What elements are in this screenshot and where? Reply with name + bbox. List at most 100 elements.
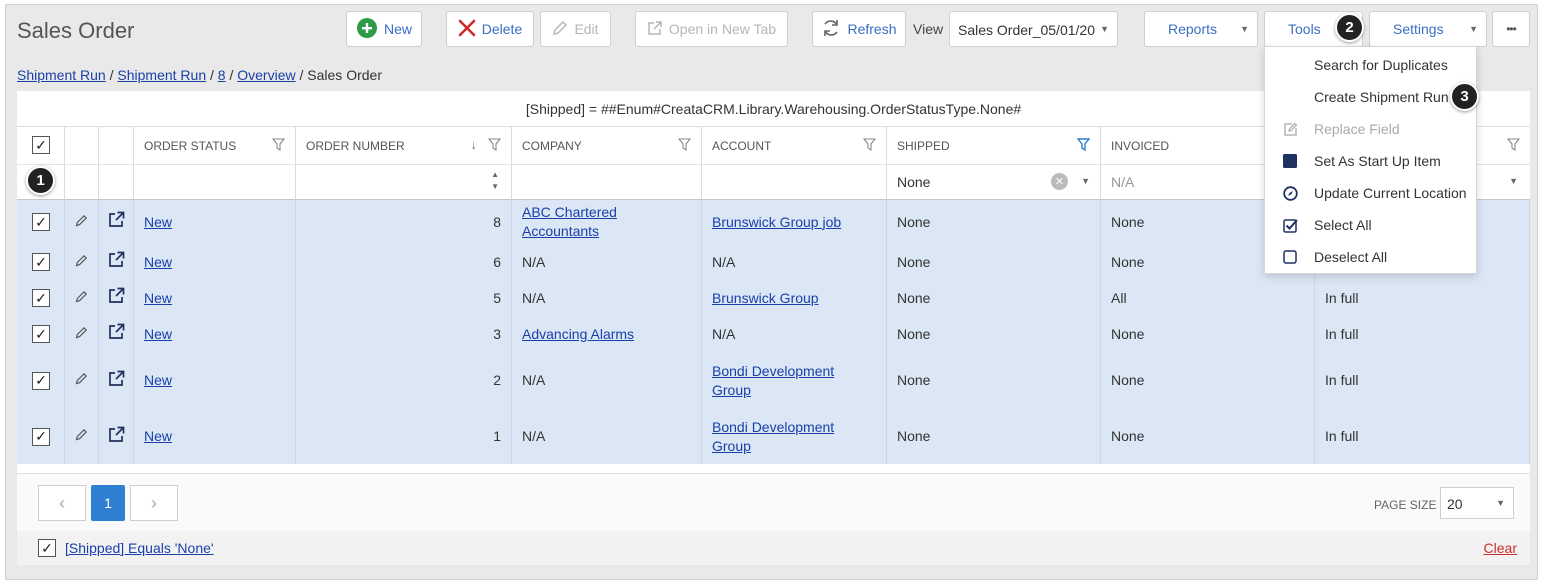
filter-cell-company[interactable] — [512, 165, 702, 200]
next-page-button[interactable]: › — [130, 485, 178, 521]
filter-icon[interactable] — [271, 138, 286, 154]
external-link-icon[interactable] — [108, 370, 125, 392]
order-number-cell-text: 2 — [493, 372, 501, 388]
order-status-cell-link[interactable]: New — [144, 325, 172, 344]
row-select-cell: ✓ — [17, 200, 65, 244]
prev-page-button[interactable]: ‹ — [38, 485, 86, 521]
company-cell-text: N/A — [522, 289, 546, 306]
column-header-company[interactable]: COMPANY — [512, 127, 702, 165]
column-header-order-number[interactable]: ORDER NUMBER ↓ — [296, 127, 512, 165]
chevron-down-icon: ▼ — [1509, 176, 1518, 186]
row-edit-cell — [65, 316, 99, 352]
account-cell: Bondi Development Group — [702, 409, 887, 464]
delete-button[interactable]: Delete — [446, 11, 534, 47]
filter-cell-account[interactable] — [702, 165, 887, 200]
menu-item-select-all[interactable]: Select All — [1265, 209, 1476, 241]
external-link-icon[interactable] — [108, 426, 125, 448]
sort-down-icon[interactable]: ↓ — [471, 137, 478, 152]
company-cell-link[interactable]: ABC Chartered Accountants — [522, 203, 691, 241]
order-status-cell-link[interactable]: New — [144, 253, 172, 272]
account-cell-link[interactable]: Bondi Development Group — [712, 362, 876, 400]
company-cell: N/A — [512, 352, 702, 409]
pencil-icon[interactable] — [75, 289, 88, 308]
reports-label: Reports — [1168, 21, 1218, 37]
pencil-icon[interactable] — [75, 253, 88, 272]
order-number-filter-stepper[interactable]: ▲ ▼ — [296, 165, 512, 200]
row-checkbox[interactable]: ✓ — [32, 427, 50, 446]
company-cell-link[interactable]: Advancing Alarms — [522, 325, 634, 344]
more-button[interactable]: ••• — [1492, 11, 1530, 47]
open-new-tab-button[interactable]: Open in New Tab — [635, 11, 788, 47]
filter-icon[interactable] — [1506, 138, 1521, 154]
column-header-shipped[interactable]: SHIPPED — [887, 127, 1101, 165]
filter-icon[interactable] — [487, 138, 502, 154]
external-link-icon[interactable] — [108, 211, 125, 233]
row-checkbox[interactable]: ✓ — [32, 325, 50, 343]
order-status-cell-link[interactable]: New — [144, 213, 172, 232]
breadcrumb-shipment-run[interactable]: Shipment Run — [17, 67, 106, 83]
current-page-button[interactable]: 1 — [91, 485, 125, 521]
table-row[interactable]: ✓ New 2 N/A Bondi Development Group None None I… — [17, 352, 1530, 409]
shipped-cell: None — [887, 316, 1101, 352]
filter-icon[interactable] — [862, 138, 877, 154]
edit-button[interactable]: Edit — [540, 11, 611, 47]
pencil-icon[interactable] — [75, 371, 88, 390]
select-all-checkbox[interactable]: ✓ — [32, 136, 50, 154]
pencil-icon[interactable] — [75, 325, 88, 344]
order-status-cell-link[interactable]: New — [144, 371, 172, 390]
external-link-icon[interactable] — [108, 251, 125, 273]
pencil-icon[interactable] — [75, 427, 88, 446]
menu-item-label: Replace Field — [1314, 121, 1400, 137]
new-button[interactable]: New — [346, 11, 422, 47]
order-number-cell: 3 — [296, 316, 512, 352]
table-row[interactable]: ✓ New 1 N/A Bondi Development Group None None I… — [17, 409, 1530, 464]
account-cell-link[interactable]: Bondi Development Group — [712, 418, 876, 456]
menu-item-deselect-all[interactable]: Deselect All — [1265, 241, 1476, 273]
table-row[interactable]: ✓ New 3 Advancing Alarms N/A None None In full — [17, 316, 1530, 352]
row-edit-cell — [65, 352, 99, 409]
edit-column-header — [65, 127, 99, 165]
invoiced-cell-text: None — [1111, 213, 1145, 230]
account-cell-link[interactable]: Brunswick Group job — [712, 213, 841, 232]
clear-icon[interactable]: ✕ — [1051, 173, 1068, 190]
invoiced-cell: None — [1101, 316, 1315, 352]
column-header-order-status[interactable]: ORDER STATUS — [134, 127, 296, 165]
table-row[interactable]: ✓ New 5 N/A Brunswick Group None All In full — [17, 280, 1530, 316]
clear-filter-link[interactable]: Clear — [1484, 540, 1517, 556]
menu-item-update-location[interactable]: Update Current Location — [1265, 177, 1476, 209]
external-link-icon[interactable] — [108, 287, 125, 309]
menu-item-set-startup[interactable]: Set As Start Up Item — [1265, 145, 1476, 177]
stepper-arrows-icon[interactable]: ▲ ▼ — [491, 169, 499, 193]
menu-item-replace-field[interactable]: Replace Field — [1265, 113, 1476, 145]
order-status-cell: New — [134, 409, 296, 464]
menu-item-search-duplicates[interactable]: Search for Duplicates — [1265, 49, 1476, 81]
row-checkbox[interactable]: ✓ — [32, 371, 50, 390]
fulfilment-cell: In full — [1315, 352, 1530, 409]
view-select[interactable]: Sales Order_05/01/20 ▼ — [949, 11, 1118, 47]
column-header-account[interactable]: ACCOUNT — [702, 127, 887, 165]
filter-enabled-checkbox[interactable]: ✓ — [38, 539, 56, 557]
pencil-icon[interactable] — [75, 213, 88, 232]
breadcrumb-overview[interactable]: Overview — [237, 67, 295, 83]
external-link-icon[interactable] — [108, 323, 125, 345]
breadcrumb-record-8[interactable]: 8 — [218, 67, 226, 83]
active-filter-link[interactable]: [Shipped] Equals 'None' — [65, 540, 214, 556]
page-size-select[interactable]: 20 ▼ — [1440, 487, 1514, 519]
order-status-cell-link[interactable]: New — [144, 289, 172, 308]
breadcrumb-shipment-run-2[interactable]: Shipment Run — [117, 67, 206, 83]
account-cell-text: N/A — [712, 325, 736, 342]
filter-icon[interactable] — [677, 138, 692, 154]
menu-item-create-shipment-run[interactable]: Create Shipment Run — [1265, 81, 1476, 113]
menu-item-label: Update Current Location — [1314, 185, 1467, 201]
settings-button[interactable]: Settings ▼ — [1369, 11, 1487, 47]
row-checkbox[interactable]: ✓ — [32, 289, 50, 307]
row-checkbox[interactable]: ✓ — [32, 213, 50, 231]
row-checkbox[interactable]: ✓ — [32, 253, 50, 271]
refresh-button[interactable]: Refresh — [812, 11, 906, 47]
order-status-cell-link[interactable]: New — [144, 427, 172, 446]
shipped-filter-select[interactable]: None ✕ ▼ — [887, 165, 1101, 200]
reports-button[interactable]: Reports ▼ — [1144, 11, 1258, 47]
account-cell-link[interactable]: Brunswick Group — [712, 289, 819, 308]
filter-active-icon[interactable] — [1076, 138, 1091, 154]
filter-cell-order-status[interactable] — [134, 165, 296, 200]
